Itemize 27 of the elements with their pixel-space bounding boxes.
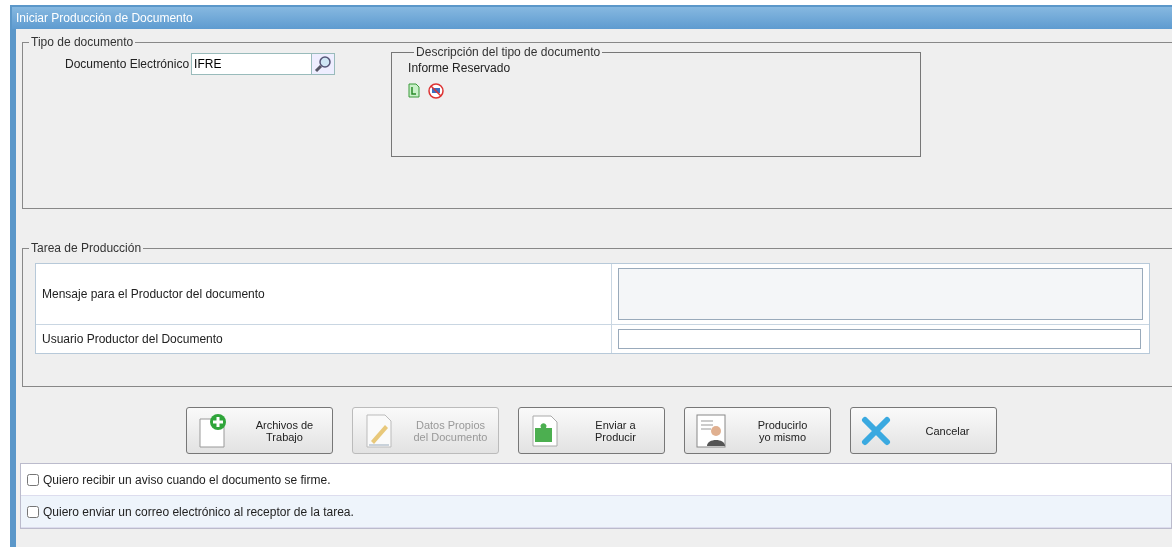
- edit-document-icon: [363, 412, 395, 449]
- action-button[interactable]: Cancelar: [850, 407, 997, 454]
- action-button[interactable]: Producirlo yo mismo: [684, 407, 831, 454]
- document-type-name: Informe Reservado: [408, 61, 512, 75]
- user-field[interactable]: [618, 329, 1141, 349]
- checkbox[interactable]: [27, 473, 39, 486]
- checkbox[interactable]: [27, 505, 39, 518]
- action-button[interactable]: Enviar a Producir: [518, 407, 665, 454]
- row-label: Mensaje para el Productor del documento: [36, 264, 612, 324]
- action-button[interactable]: Archivos de Trabajo: [186, 407, 333, 454]
- puzzle-document-icon: [529, 413, 559, 448]
- row-label: Usuario Productor del Documento: [36, 325, 612, 353]
- group-legend: Descripción del tipo de documento: [414, 45, 603, 59]
- new-file-icon: [197, 412, 229, 449]
- user-document-icon: [695, 412, 727, 449]
- checkbox-label: Quiero enviar un correo electrónico al receptor de la tarea.: [43, 504, 354, 519]
- checkbox-label: Quiero recibir un aviso cuando el documento se firme.: [43, 472, 331, 487]
- close-icon: [861, 415, 891, 446]
- document-icon: [408, 83, 421, 98]
- field-label: Documento Electrónico: [65, 57, 190, 73]
- no-chat-icon: [428, 83, 445, 99]
- group-legend: Tipo de documento: [29, 35, 136, 49]
- search-icon[interactable]: [311, 53, 336, 75]
- group-legend: Tarea de Producción: [29, 241, 144, 255]
- window-title: Iniciar Producción de Documento: [12, 7, 1172, 29]
- message-field[interactable]: [618, 268, 1143, 320]
- document-code-field[interactable]: IFRE: [191, 53, 312, 75]
